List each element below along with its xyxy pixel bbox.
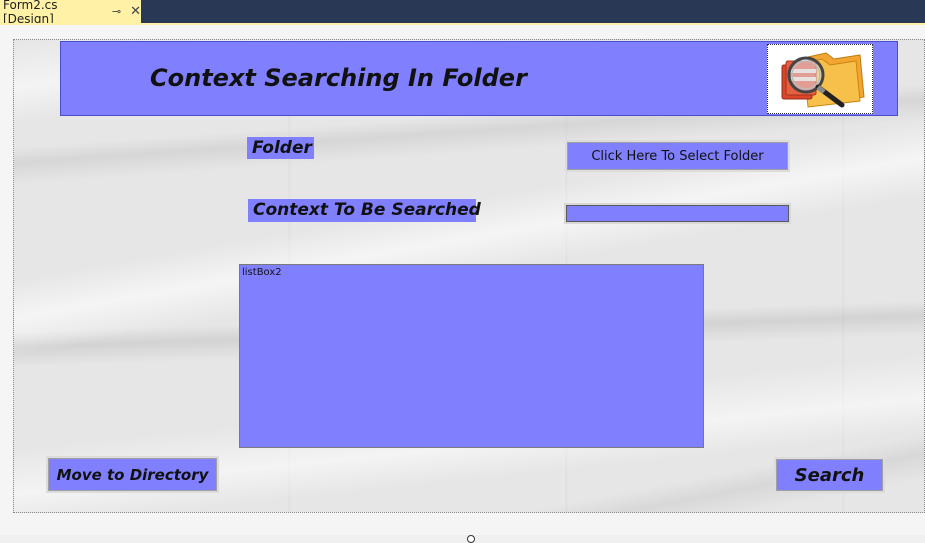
header-panel[interactable]: Context Searching In Folder [60,41,898,116]
pin-icon[interactable]: ⊸ [112,5,121,18]
context-input[interactable] [564,203,791,224]
resize-handle[interactable] [467,535,475,543]
search-button[interactable]: Search [774,457,885,493]
document-tab-strip: Form2.cs [Design] ⊸ ✕ [0,0,925,26]
header-title: Context Searching In Folder [150,64,527,92]
tab-form2-design[interactable]: Form2.cs [Design] ⊸ ✕ [0,0,141,26]
logo-picturebox[interactable] [767,44,873,114]
context-label: Context To Be Searched [248,199,481,222]
close-icon[interactable]: ✕ [130,4,141,19]
folder-magnifier-icon [781,52,865,108]
folder-label: Folder [247,137,314,159]
tab-title: Form2.cs [Design] [3,0,58,26]
move-to-directory-button[interactable]: Move to Directory [46,456,219,493]
results-listbox[interactable]: listBox2 [239,264,704,448]
select-folder-button[interactable]: Click Here To Select Folder [565,140,790,172]
listbox-name: listBox2 [242,267,282,278]
